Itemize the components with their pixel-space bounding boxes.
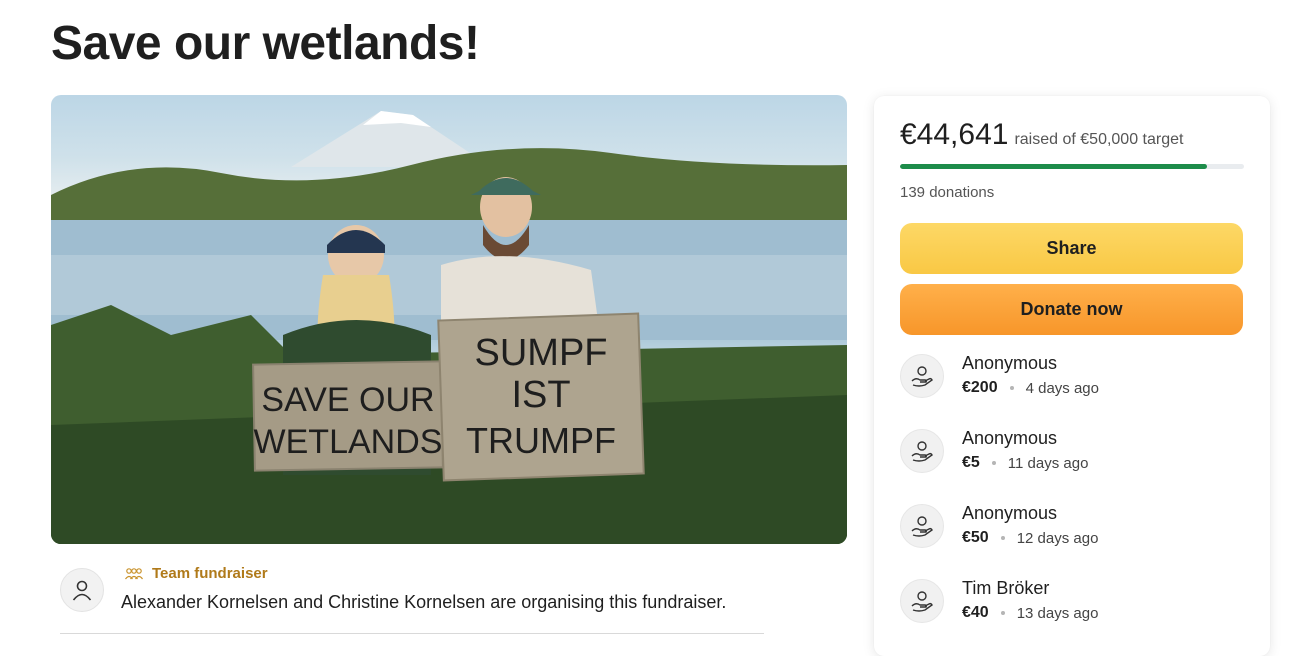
- team-fundraiser-badge: Team fundraiser: [124, 565, 268, 582]
- donation-hand-icon: [900, 504, 944, 548]
- person-icon: [72, 580, 92, 601]
- donation-sidebar: €44,641 raised of €50,000 target 139 don…: [874, 96, 1270, 656]
- donation-time: 13 days ago: [1016, 604, 1099, 622]
- page-title: Save our wetlands!: [51, 17, 480, 70]
- sign-left-line2: WETLANDS: [254, 423, 443, 461]
- separator-dot: [1009, 386, 1014, 390]
- donor-name: Tim Bröker: [962, 578, 1050, 598]
- organiser-avatar[interactable]: [60, 568, 104, 612]
- organiser-text: Alexander Kornelsen and Christine Kornel…: [121, 592, 727, 612]
- donate-now-button[interactable]: Donate now: [900, 284, 1243, 335]
- sign-right-line1: SUMPF: [475, 332, 608, 374]
- donation-hand-icon: [900, 579, 944, 623]
- donor-name: Anonymous: [962, 503, 1058, 523]
- divider: [60, 633, 764, 634]
- forest-band: [51, 148, 847, 225]
- donation-hand-icon: [900, 429, 944, 473]
- donation-item: Anonymous €5 11 days ago: [900, 428, 1089, 473]
- separator-dot: [991, 461, 996, 465]
- hero-illustration: SAVE OUR WETLANDS SUMPF IST TRUMPF: [51, 111, 847, 544]
- raised-target: raised of €50,000 target: [1014, 131, 1184, 148]
- sign-right-line2: IST: [511, 374, 570, 416]
- donation-amount: €5: [962, 454, 980, 471]
- donation-amount: €40: [962, 604, 989, 621]
- donation-amount: €50: [962, 529, 989, 546]
- donation-item: Anonymous €50 12 days ago: [900, 503, 1099, 548]
- donation-time: 12 days ago: [1016, 529, 1099, 547]
- sign-right-line3: TRUMPF: [466, 420, 616, 461]
- sign-left-line1: SAVE OUR: [261, 381, 434, 419]
- donor-name: Anonymous: [962, 353, 1058, 373]
- progress-bar: [900, 164, 1244, 169]
- share-button[interactable]: Share: [900, 223, 1243, 274]
- separator-dot: [1000, 536, 1005, 540]
- donation-item: Tim Bröker €40 13 days ago: [900, 578, 1099, 623]
- donation-item: Anonymous €200 4 days ago: [900, 353, 1099, 398]
- donor-name: Anonymous: [962, 428, 1058, 448]
- donation-time: 11 days ago: [1007, 454, 1089, 472]
- separator-dot: [1000, 611, 1005, 615]
- hero-photo: SAVE OUR WETLANDS SUMPF IST TRUMPF: [51, 95, 847, 544]
- team-people-icon: [125, 567, 143, 579]
- donation-hand-icon: [900, 354, 944, 398]
- progress-fill: [900, 164, 1208, 169]
- raised-summary: €44,641 raised of €50,000 target: [900, 118, 1183, 152]
- raised-amount: €44,641: [900, 118, 1009, 151]
- donations-count: 139 donations: [900, 184, 995, 201]
- donation-amount: €200: [962, 379, 998, 396]
- team-fundraiser-label: Team fundraiser: [152, 565, 268, 582]
- donation-time: 4 days ago: [1025, 379, 1099, 397]
